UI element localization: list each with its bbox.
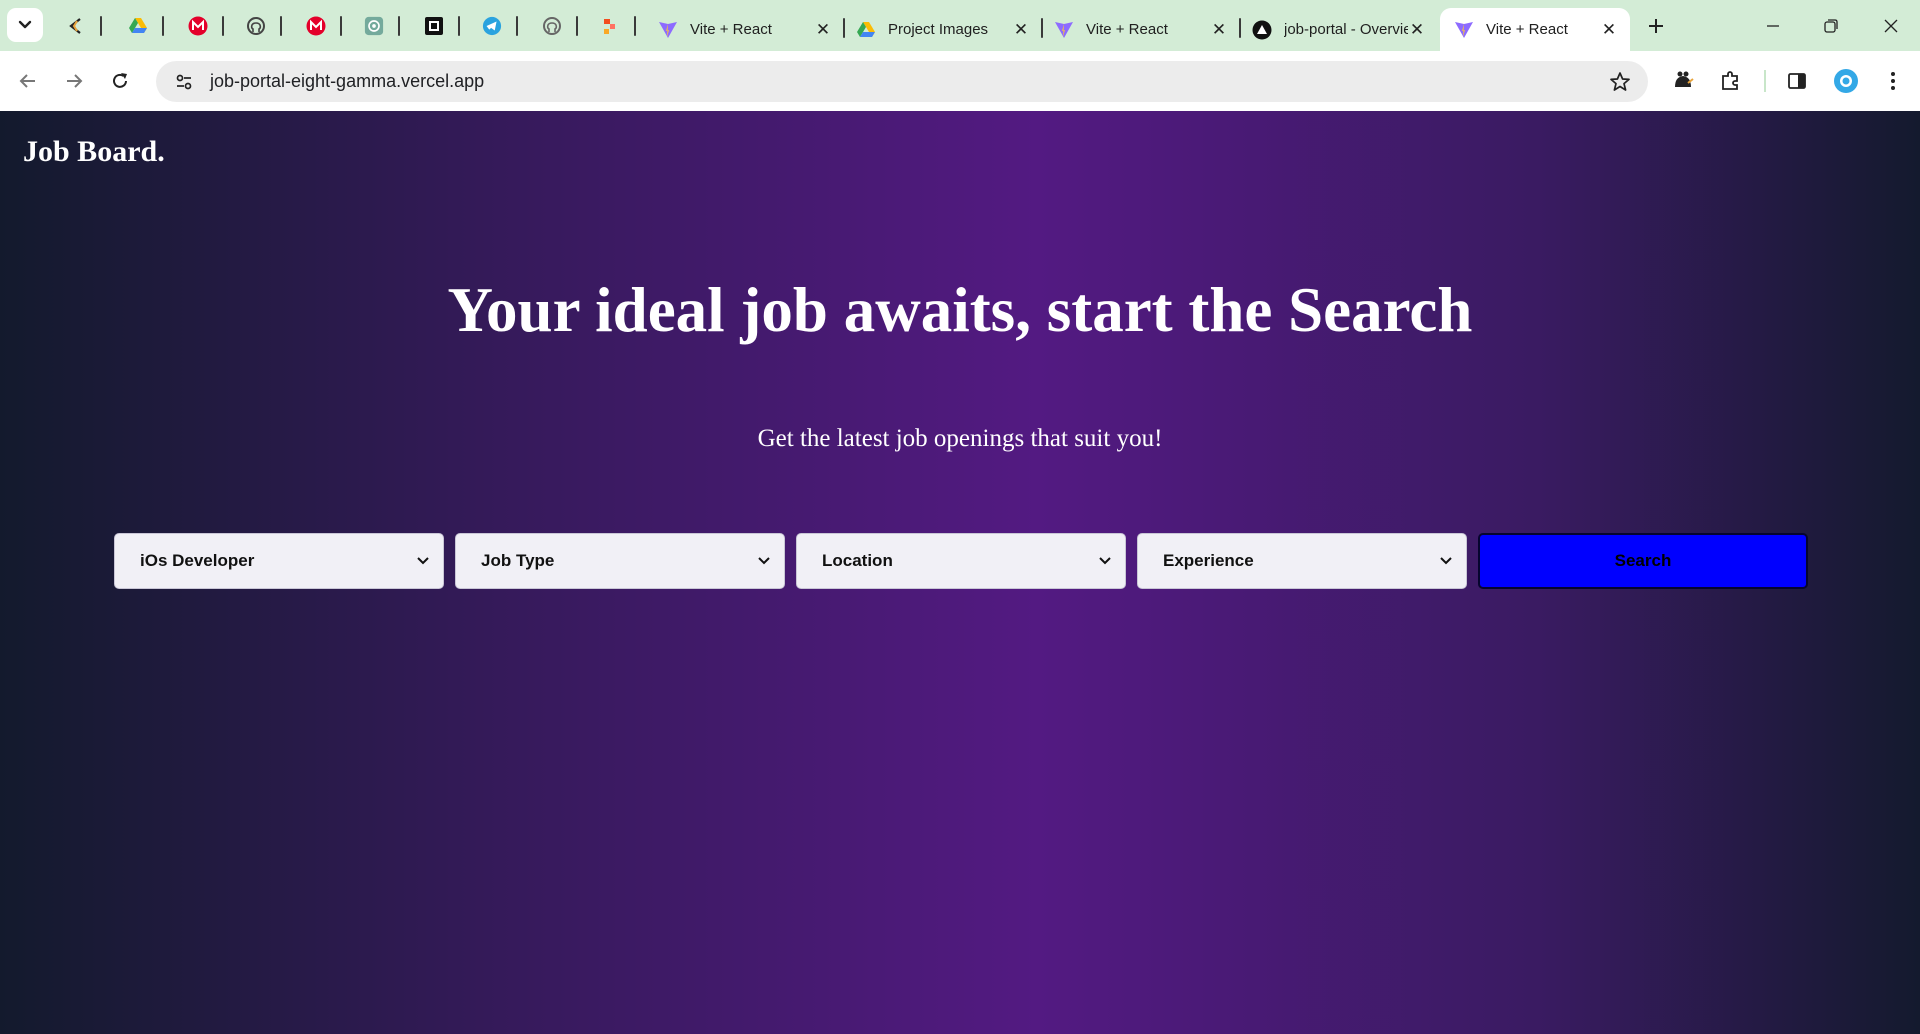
vite-icon <box>658 20 678 40</box>
github-icon <box>246 16 266 36</box>
pinned-tab-gmail-1[interactable] <box>172 0 224 51</box>
hero-subtitle: Get the latest job openings that suit yo… <box>757 425 1163 452</box>
tab-vite-react-active[interactable]: Vite + React ✕ <box>1440 8 1630 51</box>
github-icon <box>542 16 562 36</box>
pinned-tab-gmail-2[interactable] <box>290 0 342 51</box>
close-icon[interactable]: ✕ <box>1210 20 1228 39</box>
arrow-right-icon <box>67 74 83 88</box>
arrow-left-icon <box>19 74 35 88</box>
search-button[interactable]: Search <box>1478 533 1808 589</box>
chevron-down-icon <box>756 553 772 569</box>
minimize-icon <box>1767 24 1779 27</box>
close-window-button[interactable] <box>1862 0 1920 51</box>
chevron-down-icon <box>18 20 32 29</box>
experience-select[interactable]: Experience <box>1137 533 1467 589</box>
chevron-down-icon <box>415 553 431 569</box>
role-select-value: iOs Developer <box>140 551 255 570</box>
menu-kebab-icon[interactable] <box>1875 63 1911 99</box>
tab-title: Vite + React <box>1086 21 1168 38</box>
tab-title: Project Images <box>888 21 989 38</box>
pinned-tab-figma[interactable] <box>584 0 636 51</box>
pinned-tab-drive[interactable] <box>112 0 164 51</box>
hero-title: Your ideal job awaits, start the Search <box>447 275 1473 345</box>
job-type-select[interactable]: Job Type <box>455 533 785 589</box>
reload-button[interactable] <box>102 63 138 99</box>
job-type-select-value: Job Type <box>481 551 555 570</box>
experience-select-value: Experience <box>1163 551 1254 570</box>
pinned-tab-telegram[interactable] <box>466 0 518 51</box>
bookmark-star-icon[interactable] <box>1600 62 1640 102</box>
tab-vite-react-1[interactable]: Vite + React ✕ <box>644 8 845 51</box>
pinned-tab-chatgpt[interactable] <box>348 0 400 51</box>
restore-icon <box>1824 18 1838 33</box>
tab-title: Vite + React <box>1486 21 1568 38</box>
side-panel-icon[interactable] <box>1779 63 1815 99</box>
tab-job-portal-vercel[interactable]: job-portal - Overview ✕ <box>1238 8 1438 51</box>
google-drive-icon <box>856 20 876 40</box>
tab-title: job-portal - Overview <box>1284 21 1408 38</box>
telegram-icon <box>482 16 502 36</box>
claude-icon <box>66 16 86 36</box>
close-icon[interactable]: ✕ <box>814 20 832 39</box>
pinned-tab-notion[interactable] <box>408 0 460 51</box>
vercel-icon <box>1252 20 1272 40</box>
figma-icon <box>600 16 620 36</box>
close-icon[interactable]: ✕ <box>1012 20 1030 39</box>
pinned-tab-claude[interactable] <box>50 0 102 51</box>
notion-icon <box>424 16 444 36</box>
back-button[interactable] <box>10 63 46 99</box>
site-info-icon[interactable] <box>164 62 204 102</box>
close-icon[interactable]: ✕ <box>1600 20 1618 39</box>
chevron-down-icon <box>1097 553 1113 569</box>
pinned-tab-github-1[interactable] <box>230 0 282 51</box>
chatgpt-icon <box>364 16 384 36</box>
search-filters: iOs Developer Job Type Location Experien… <box>114 533 1808 589</box>
minimize-button[interactable] <box>1744 0 1802 51</box>
plus-icon <box>1649 19 1663 33</box>
tab-vite-react-2[interactable]: Vite + React ✕ <box>1040 8 1241 51</box>
gmail-icon <box>306 16 326 36</box>
address-bar[interactable]: job-portal-eight-gamma.vercel.app <box>156 61 1648 102</box>
vite-icon <box>1054 20 1074 40</box>
forward-button[interactable] <box>56 63 92 99</box>
location-select-value: Location <box>822 551 893 570</box>
chevron-down-icon <box>1438 553 1454 569</box>
google-drive-icon <box>128 16 148 36</box>
new-tab-button[interactable] <box>1641 12 1671 40</box>
pinned-tab-github-2[interactable] <box>526 0 578 51</box>
tab-search-button[interactable] <box>7 8 43 42</box>
tab-project-images[interactable]: Project Images ✕ <box>842 8 1043 51</box>
address-url[interactable]: job-portal-eight-gamma.vercel.app <box>210 71 1600 92</box>
extension-icon[interactable] <box>1665 63 1701 99</box>
restore-button[interactable] <box>1802 0 1860 51</box>
brand-logo[interactable]: Job Board. <box>23 135 165 169</box>
tab-title: Vite + React <box>690 21 772 38</box>
close-icon[interactable]: ✕ <box>1408 20 1426 39</box>
browser-tab-strip: Vite + React ✕ Project Images ✕ Vite + R… <box>0 0 1920 51</box>
profile-avatar[interactable] <box>1828 63 1864 99</box>
location-select[interactable]: Location <box>796 533 1126 589</box>
gmail-icon <box>188 16 208 36</box>
toolbar-divider <box>1764 70 1766 92</box>
vite-icon <box>1454 20 1474 40</box>
browser-toolbar: job-portal-eight-gamma.vercel.app <box>0 51 1920 111</box>
role-select[interactable]: iOs Developer <box>114 533 444 589</box>
page-content: Job Board. Your ideal job awaits, start … <box>0 111 1920 1034</box>
close-icon <box>1884 19 1898 32</box>
reload-icon <box>113 73 127 88</box>
extensions-puzzle-icon[interactable] <box>1712 63 1748 99</box>
